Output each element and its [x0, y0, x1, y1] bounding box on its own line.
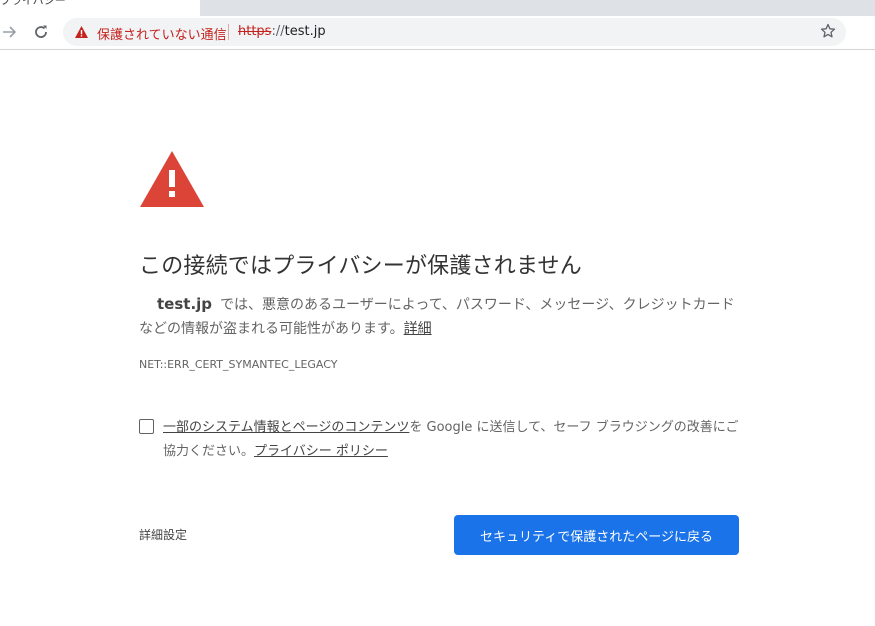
url-text[interactable]: https://test.jp	[238, 24, 326, 39]
back-to-safety-button[interactable]: セキュリティで保護されたページに戻る	[454, 515, 739, 555]
forward-button[interactable]	[0, 22, 20, 42]
active-tab[interactable]: プライバシー	[0, 0, 200, 16]
site-host: test.jp	[157, 295, 213, 313]
forward-arrow-icon	[3, 26, 17, 38]
explanation-text: では、悪意のあるユーザーによって、パスワード、メッセージ、クレジットカードなどの…	[139, 297, 735, 337]
error-code: NET::ERR_CERT_SYMANTEC_LEGACY	[139, 358, 338, 371]
learn-more-link[interactable]: 詳細	[404, 321, 432, 337]
safe-browsing-checkbox[interactable]	[139, 419, 154, 434]
explanation-paragraph: test.jp では、悪意のあるユーザーによって、パスワード、メッセージ、クレジッ…	[139, 292, 739, 341]
security-label[interactable]: 保護されていない通信	[97, 24, 227, 43]
reload-button[interactable]	[31, 22, 51, 42]
page-title: この接続ではプライバシーが保護されません	[139, 254, 582, 279]
system-info-link[interactable]: 一部のシステム情報とページのコンテンツ	[163, 420, 409, 435]
reload-icon	[35, 25, 47, 38]
omnibox-divider	[228, 24, 229, 40]
privacy-warning-icon	[140, 151, 204, 207]
advanced-details-button[interactable]: 詳細設定	[139, 526, 187, 543]
privacy-policy-link[interactable]: プライバシー ポリシー	[254, 444, 388, 459]
url-host: test.jp	[284, 24, 326, 39]
address-bar[interactable]: 保護されていない通信 https://test.jp	[63, 18, 846, 46]
url-separator: ://	[271, 24, 285, 39]
optin-text: 一部のシステム情報とページのコンテンツを Google に送信して、セーフ ブラ…	[163, 416, 743, 464]
not-secure-warning-icon[interactable]	[74, 25, 89, 39]
tab-strip: プライバシー	[0, 0, 875, 16]
url-scheme: https	[238, 24, 272, 39]
toolbar: 保護されていない通信 https://test.jp	[0, 16, 875, 50]
tab-title: プライバシー	[0, 0, 66, 7]
bookmark-star-icon[interactable]	[820, 23, 836, 39]
